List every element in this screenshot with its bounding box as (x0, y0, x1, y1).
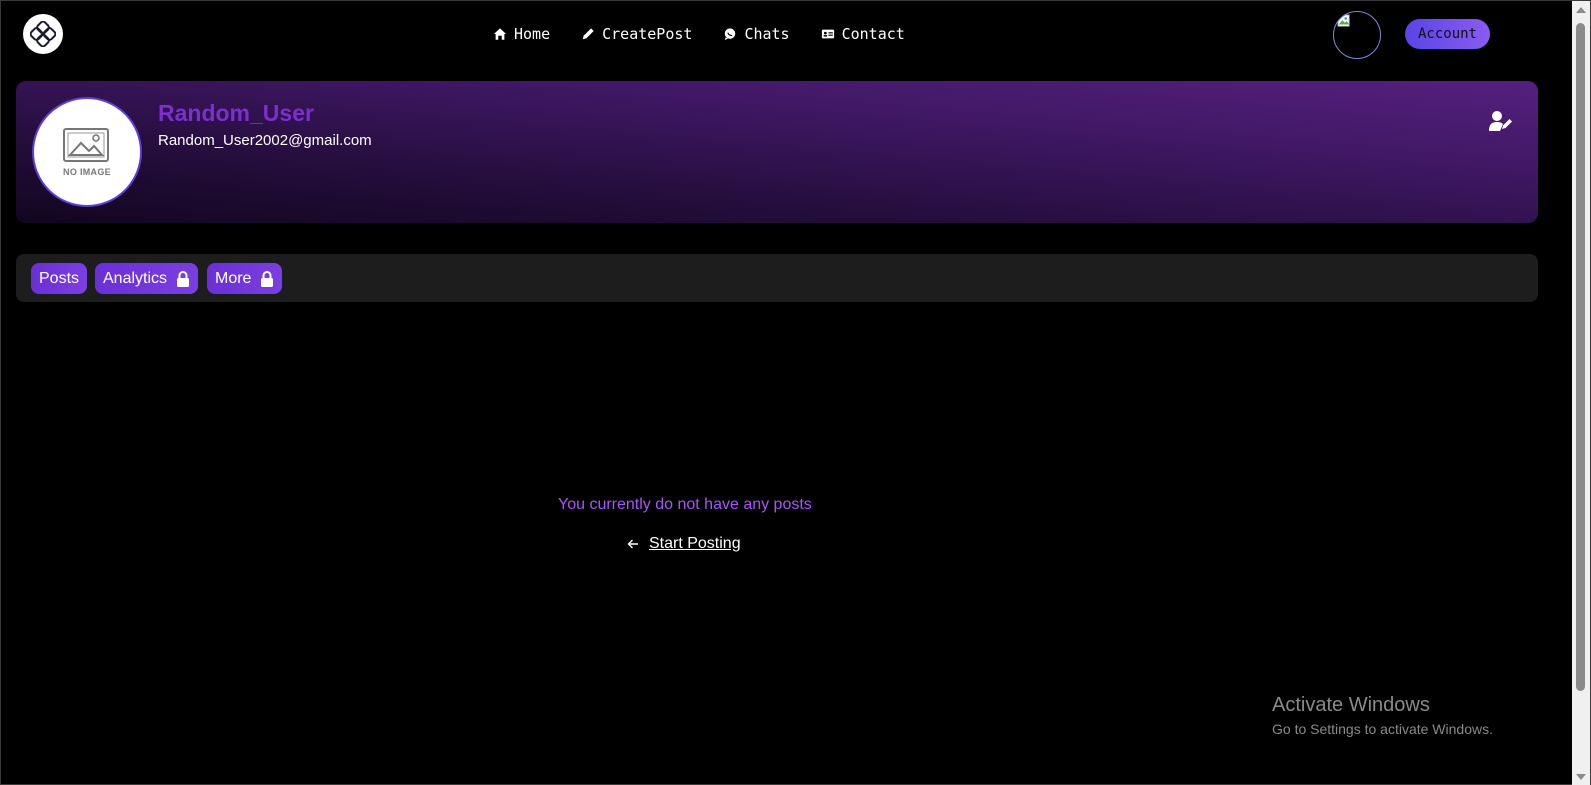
scrollbar-thumb[interactable] (1576, 23, 1585, 691)
nav-contact[interactable]: Contact (821, 25, 905, 43)
watermark-title: Activate Windows (1272, 694, 1430, 716)
broken-image-icon (1337, 14, 1350, 27)
main-nav: Home CreatePost Chats Contact (493, 23, 936, 45)
profile-tab-bar: Posts Analytics More (16, 254, 1538, 302)
nav-chats[interactable]: Chats (723, 25, 790, 43)
tab-more[interactable]: More (207, 263, 283, 294)
watermark-subtitle: Go to Settings to activate Windows. (1272, 721, 1493, 737)
tab-posts[interactable]: Posts (31, 263, 88, 294)
image-placeholder-icon (63, 128, 109, 162)
start-posting-label: Start Posting (649, 535, 741, 552)
start-posting-link[interactable]: Start Posting (627, 535, 741, 553)
account-button[interactable]: Account (1405, 19, 1490, 49)
scroll-up-arrow-icon[interactable] (1576, 7, 1586, 13)
user-avatar[interactable] (1333, 11, 1381, 59)
tab-more-label: More (215, 269, 252, 287)
nav-home-label: Home (514, 25, 551, 43)
tab-analytics-label: Analytics (103, 269, 168, 287)
no-image-label: NO IMAGE (63, 167, 111, 177)
nav-create-post[interactable]: CreatePost (581, 25, 692, 43)
logo-icon (30, 21, 56, 47)
nav-chats-label: Chats (744, 25, 790, 43)
app-logo[interactable] (23, 14, 63, 54)
nav-create-post-label: CreatePost (602, 25, 693, 43)
profile-username: Random_User (158, 100, 314, 126)
arrow-left-icon (627, 539, 638, 549)
tab-posts-label: Posts (39, 269, 80, 287)
scroll-down-arrow-icon[interactable] (1576, 774, 1586, 780)
empty-posts-message: You currently do not have any posts (558, 496, 812, 513)
edit-profile-icon[interactable] (1489, 110, 1513, 132)
pencil-icon (582, 28, 594, 40)
tab-analytics[interactable]: Analytics (95, 263, 199, 294)
chat-bubble-icon (725, 28, 736, 41)
profile-picture[interactable]: NO IMAGE (32, 97, 142, 207)
profile-banner: NO IMAGE Random_User Random_User2002@gma… (16, 81, 1538, 223)
home-icon (493, 28, 507, 40)
nav-contact-label: Contact (841, 25, 905, 43)
lock-icon (177, 270, 190, 287)
top-navbar: Home CreatePost Chats Contact Account (1, 1, 1559, 67)
profile-email: Random_User2002@gmail.com (158, 132, 372, 149)
lock-icon (261, 270, 274, 287)
contact-card-icon (821, 29, 834, 39)
windows-activation-watermark: Activate Windows Go to Settings to activ… (1272, 694, 1493, 737)
page-scrollbar[interactable] (1572, 1, 1590, 785)
nav-home[interactable]: Home (493, 25, 550, 43)
